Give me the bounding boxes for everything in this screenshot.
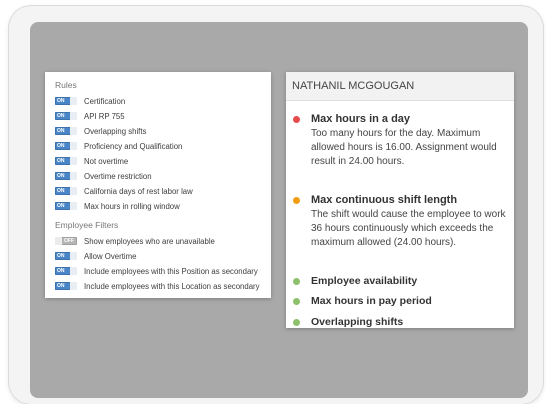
rule-api-rp-755[interactable]: ON API RP 755 bbox=[55, 111, 125, 121]
rule-overlapping-shifts[interactable]: ON Overlapping shifts bbox=[55, 126, 146, 136]
warning-title: Max continuous shift length bbox=[311, 194, 458, 206]
filter-location-secondary[interactable]: ON Include employees with this Location … bbox=[55, 281, 260, 291]
toggle-switch[interactable]: ON bbox=[55, 267, 77, 275]
filter-label: Include employees with this Position as … bbox=[84, 266, 258, 276]
rule-label: Overlapping shifts bbox=[84, 126, 147, 136]
rule-max-hours-rolling-window[interactable]: ON Max hours in rolling window bbox=[55, 201, 180, 211]
check-overlapping-shifts: Overlapping shifts bbox=[293, 315, 508, 328]
rule-label: California days of rest labor law bbox=[84, 186, 193, 196]
employee-panel: NATHANIL MCGOUGAN Max hours in a day Too… bbox=[286, 72, 514, 328]
rule-label: Overtime restriction bbox=[84, 171, 152, 181]
toggle-switch[interactable]: ON bbox=[55, 202, 77, 210]
filter-label: Allow Overtime bbox=[84, 251, 137, 261]
ok-status-dot-icon bbox=[293, 298, 300, 305]
rule-label: API RP 755 bbox=[84, 111, 125, 121]
rule-california-days-of-rest[interactable]: ON California days of rest labor law bbox=[55, 186, 193, 196]
employee-filters-title: Employee Filters bbox=[55, 220, 119, 230]
check-title: Max hours in pay period bbox=[311, 295, 432, 307]
filter-allow-overtime[interactable]: ON Allow Overtime bbox=[55, 251, 136, 261]
toggle-switch[interactable]: ON bbox=[55, 252, 77, 260]
check-max-hours-pay-period: Max hours in pay period bbox=[293, 294, 508, 308]
toggle-switch[interactable]: ON bbox=[55, 172, 77, 180]
rule-label: Proficiency and Qualification bbox=[84, 141, 183, 151]
warning-status-dot-icon bbox=[293, 197, 300, 204]
warning-body: Too many hours for the day. Maximum allo… bbox=[311, 128, 497, 167]
rules-panel: Rules ON Certification ON API RP 755 ON … bbox=[45, 72, 271, 298]
rule-overtime-restriction[interactable]: ON Overtime restriction bbox=[55, 171, 152, 181]
check-employee-availability: Employee availability bbox=[293, 274, 508, 288]
warning-title: Max hours in a day bbox=[311, 113, 411, 125]
toggle-switch[interactable]: OFF bbox=[55, 237, 77, 245]
filter-label: Include employees with this Location as … bbox=[84, 281, 260, 291]
filter-label: Show employees who are unavailable bbox=[84, 236, 215, 246]
filter-position-secondary[interactable]: ON Include employees with this Position … bbox=[55, 266, 258, 276]
rule-label: Certification bbox=[84, 96, 126, 106]
error-status-dot-icon bbox=[293, 116, 300, 123]
rule-certification[interactable]: ON Certification bbox=[55, 96, 125, 106]
toggle-switch[interactable]: ON bbox=[55, 97, 77, 105]
filter-show-unavailable[interactable]: OFF Show employees who are unavailable bbox=[55, 236, 215, 246]
employee-name: NATHANIL MCGOUGAN bbox=[286, 72, 514, 101]
toggle-switch[interactable]: ON bbox=[55, 282, 77, 290]
rule-not-overtime[interactable]: ON Not overtime bbox=[55, 156, 128, 166]
rule-proficiency[interactable]: ON Proficiency and Qualification bbox=[55, 141, 182, 151]
rule-label: Max hours in rolling window bbox=[84, 201, 180, 211]
warning-body: The shift would cause the employee to wo… bbox=[311, 209, 506, 248]
toggle-switch[interactable]: ON bbox=[55, 187, 77, 195]
warning-max-hours-day: Max hours in a day Too many hours for th… bbox=[293, 112, 508, 169]
toggle-switch[interactable]: ON bbox=[55, 112, 77, 120]
rule-label: Not overtime bbox=[84, 156, 129, 166]
toggle-switch[interactable]: ON bbox=[55, 142, 77, 150]
warning-max-continuous-shift: Max continuous shift length The shift wo… bbox=[293, 193, 508, 250]
rules-title: Rules bbox=[55, 80, 77, 90]
toggle-switch[interactable]: ON bbox=[55, 157, 77, 165]
ok-status-dot-icon bbox=[293, 319, 300, 326]
ok-status-dot-icon bbox=[293, 278, 300, 285]
check-title: Employee availability bbox=[311, 275, 418, 287]
toggle-switch[interactable]: ON bbox=[55, 127, 77, 135]
check-title: Overlapping shifts bbox=[311, 316, 404, 328]
